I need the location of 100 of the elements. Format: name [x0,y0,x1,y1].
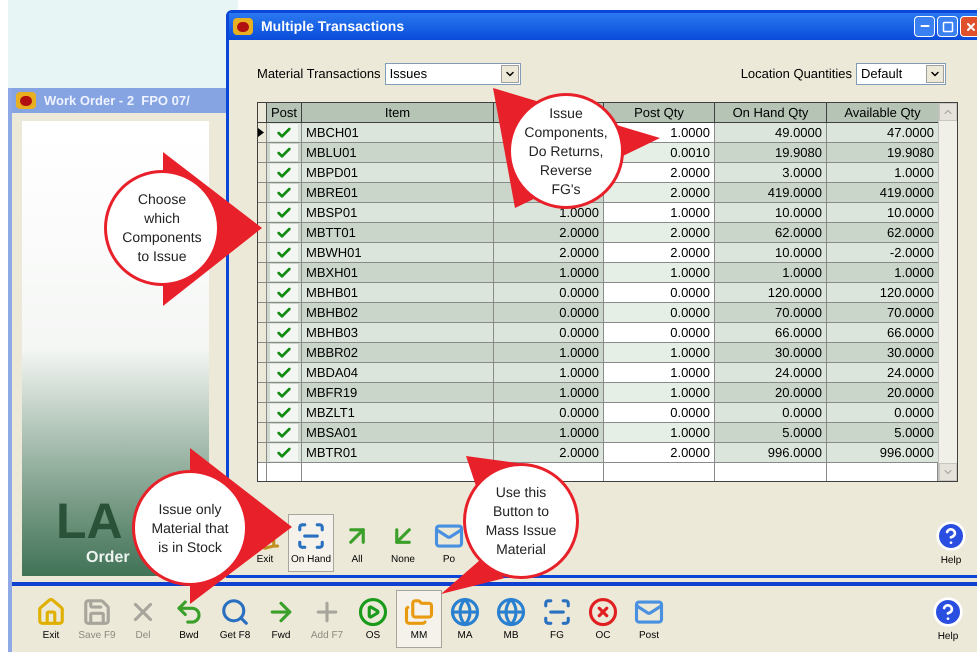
table-cell: 2.0000 [494,443,604,463]
table-cell: MBXH01 [302,263,494,283]
table-cell: 1.0000 [604,203,715,223]
table-cell: 0.0000 [494,303,604,323]
table-cell: 1.0000 [604,263,715,283]
toolbar-button[interactable]: OS [350,590,396,648]
check-icon [276,344,292,360]
toolbar-button[interactable]: MB [488,590,534,648]
table-cell: MBRE01 [302,183,494,203]
toolbar-button[interactable]: All [334,514,380,572]
table-cell: 30.0000 [715,343,827,363]
post-checkbox[interactable] [270,244,298,261]
post-checkbox[interactable] [270,424,298,441]
check-icon [276,184,292,200]
table-cell: 1.0000 [604,423,715,443]
globe-icon [496,597,526,627]
table-cell: 996.0000 [715,443,827,463]
table-cell: 1.0000 [494,343,604,363]
post-checkbox[interactable] [270,384,298,401]
toolbar-button[interactable]: On Hand [288,514,334,572]
table-cell: 120.0000 [827,283,938,303]
check-icon [276,364,292,380]
post-checkbox[interactable] [270,364,298,381]
table-cell: 2.0000 [604,443,715,463]
table-cell: 3.0000 [715,163,827,183]
toolbar-button[interactable]: MA [442,590,488,648]
table-cell: 1.0000 [827,263,938,283]
table-cell: -2.0000 [827,243,938,263]
table-cell: 47.0000 [827,123,938,143]
close-icon[interactable] [960,16,977,37]
post-checkbox[interactable] [270,224,298,241]
table-cell: 66.0000 [715,323,827,343]
row-selector[interactable] [258,123,267,143]
table-cell: 120.0000 [715,283,827,303]
table-cell: 24.0000 [827,363,938,383]
table-cell: MBHB01 [302,283,494,303]
house-icon [36,597,66,627]
table-cell: 1.0000 [494,263,604,283]
post-checkbox[interactable] [270,404,298,421]
toolbar-button[interactable]: MM [396,590,442,648]
post-checkbox[interactable] [270,264,298,281]
table-cell: 2.0000 [494,223,604,243]
table-cell: 1.0000 [494,423,604,443]
table-cell: 2.0000 [494,243,604,263]
scroll-down-icon [939,463,957,481]
table-cell: 24.0000 [715,363,827,383]
post-checkbox[interactable] [270,444,298,461]
post-checkbox[interactable] [270,184,298,201]
scanner-icon [296,521,326,551]
table-cell: 0.0000 [715,403,827,423]
table-cell: 419.0000 [715,183,827,203]
minimize-icon[interactable] [914,16,935,37]
post-checkbox[interactable] [270,144,298,161]
toolbar-button[interactable]: FG [534,590,580,648]
post-checkbox[interactable] [270,304,298,321]
check-icon [276,144,292,160]
table-cell: 70.0000 [827,303,938,323]
table-cell: 10.0000 [715,243,827,263]
table-cell: 62.0000 [827,223,938,243]
scanner-icon [542,597,572,627]
window-title: Multiple Transactions [261,17,404,36]
table-cell: 0.0000 [604,283,715,303]
help-button[interactable]: Help [925,596,971,642]
table-cell: 0.0000 [604,403,715,423]
post-checkbox[interactable] [270,124,298,141]
table-cell: 1.0000 [604,363,715,383]
toolbar-button[interactable]: Get F8 [212,590,258,648]
post-checkbox[interactable] [270,164,298,181]
table-cell: MBHB03 [302,323,494,343]
dropdown-field[interactable]: Issues [384,63,521,85]
table-cell: 0.0000 [494,323,604,343]
toolbar-button[interactable]: Bwd [166,590,212,648]
table-cell: 2.0000 [604,243,715,263]
table-cell: 1.0000 [494,383,604,403]
help-button[interactable]: Help [928,520,974,566]
table-cell: 1.0000 [715,263,827,283]
table-cell: 70.0000 [715,303,827,323]
folders-icon [404,597,434,627]
table-cell: MBWH01 [302,243,494,263]
table-cell: 0.0000 [604,303,715,323]
table-cell: 1.0000 [494,363,604,383]
toolbar-button[interactable]: OC [580,590,626,648]
toolbar-button[interactable]: Exit [28,590,74,648]
search-icon [220,597,250,627]
post-checkbox[interactable] [270,324,298,341]
table-cell: 2.0000 [604,183,715,203]
table-cell: MBSA01 [302,423,494,443]
toolbar-button[interactable]: None [380,514,426,572]
check-icon [276,284,292,300]
post-checkbox[interactable] [270,204,298,221]
check-icon [276,424,292,440]
scrollbar[interactable] [938,103,957,481]
toolbar-button[interactable]: Post [626,590,672,648]
post-checkbox[interactable] [270,284,298,301]
post-checkbox[interactable] [270,344,298,361]
table-cell: 1.0000 [827,163,938,183]
dropdown-field[interactable]: Default [856,63,946,85]
close-circle-icon [588,597,618,627]
maximize-icon[interactable] [937,16,958,37]
toolbar-button[interactable]: Fwd [258,590,304,648]
